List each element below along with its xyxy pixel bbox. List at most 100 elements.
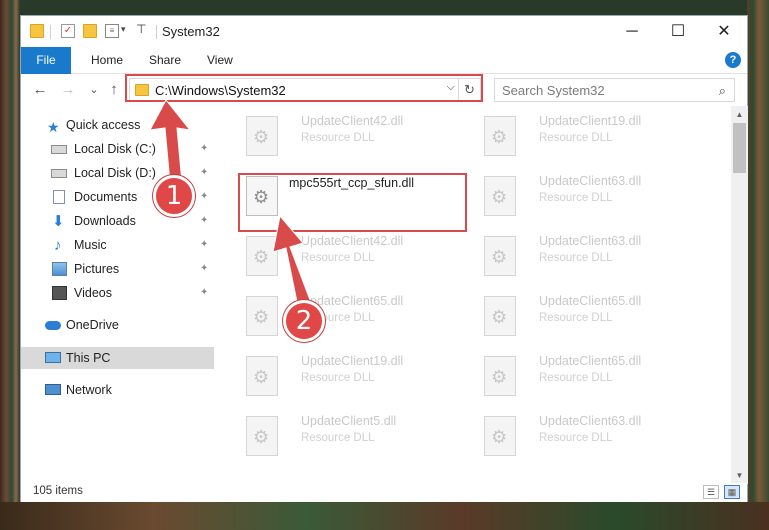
file-name: UpdateClient42.dll — [301, 114, 404, 128]
dll-file-icon — [484, 236, 516, 276]
scroll-thumb[interactable] — [733, 123, 746, 173]
back-button[interactable]: ← — [31, 80, 49, 100]
scroll-down-icon[interactable]: ▼ — [731, 467, 748, 484]
address-highlight-box — [125, 74, 483, 102]
file-name: UpdateClient19.dll — [301, 354, 404, 368]
status-bar: 105 items ☰ ▦ — [21, 483, 747, 502]
file-name: UpdateClient42.dll — [301, 234, 404, 248]
maximize-button[interactable]: ☐ — [655, 16, 701, 47]
file-list: UpdateClient42.dll Resource DLL UpdateCl… — [226, 106, 732, 484]
desktop-background-bottom — [0, 502, 769, 530]
file-item[interactable]: UpdateClient19.dll Resource DLL — [477, 112, 707, 164]
pin-icon[interactable]: ✦ — [200, 162, 208, 184]
sidebar-item-videos[interactable]: Videos ✦ — [21, 282, 214, 304]
file-item[interactable]: UpdateClient65.dll Resource DLL — [477, 292, 707, 344]
close-button[interactable]: ✕ — [701, 16, 747, 47]
large-icons-view-icon[interactable]: ▦ — [724, 485, 740, 499]
vertical-scrollbar[interactable]: ▲ ▼ — [731, 106, 748, 484]
documents-icon — [53, 190, 65, 204]
file-item[interactable]: UpdateClient65.dll Resource DLL — [477, 352, 707, 404]
file-type: Resource DLL — [301, 252, 375, 264]
search-input[interactable]: Search System32 — [502, 83, 605, 98]
cloud-icon — [45, 321, 61, 330]
file-item[interactable]: UpdateClient19.dll Resource DLL — [239, 352, 469, 404]
file-type: Resource DLL — [539, 192, 613, 204]
search-icon: ⌕ — [718, 83, 726, 98]
dll-file-icon — [484, 176, 516, 216]
tab-home[interactable]: Home — [91, 47, 123, 74]
tab-share[interactable]: Share — [149, 47, 181, 74]
sidebar-item-label: Music — [74, 238, 107, 252]
file-name: UpdateClient63.dll — [539, 414, 642, 428]
sidebar-item-label: Videos — [74, 286, 112, 300]
sidebar-item-music[interactable]: ♪ Music ✦ — [21, 234, 214, 256]
file-type: Resource DLL — [539, 252, 613, 264]
computer-icon — [45, 352, 61, 363]
toolbar-divider — [50, 25, 51, 39]
file-item[interactable]: UpdateClient63.dll Resource DLL — [477, 412, 707, 464]
dll-file-icon — [246, 356, 278, 396]
file-item[interactable]: UpdateClient63.dll Resource DLL — [477, 232, 707, 284]
videos-icon — [52, 286, 67, 300]
item-count: 105 items — [33, 485, 83, 497]
chevron-down-icon[interactable]: ▾ — [121, 24, 126, 35]
pin-icon[interactable]: ✦ — [200, 234, 208, 256]
tab-view[interactable]: View — [207, 47, 233, 74]
sidebar-item-this-pc[interactable]: This PC — [21, 347, 214, 369]
tab-file[interactable]: File — [21, 47, 71, 74]
sidebar-item-network[interactable]: Network — [21, 379, 214, 401]
view-menu-icon[interactable]: ≡ — [105, 24, 119, 38]
sidebar-item-label: Local Disk (D:) — [74, 166, 156, 180]
dll-file-icon — [484, 416, 516, 456]
sidebar-item-local-disk-c[interactable]: Local Disk (C:) ✦ — [21, 138, 214, 160]
file-name: UpdateClient63.dll — [539, 174, 642, 188]
file-type: Resource DLL — [539, 132, 613, 144]
file-name: UpdateClient65.dll — [539, 354, 642, 368]
help-icon[interactable]: ? — [725, 52, 741, 68]
window-title: System32 — [162, 24, 220, 39]
up-button[interactable]: ↑ — [105, 80, 123, 100]
sidebar-item-onedrive[interactable]: OneDrive — [21, 314, 214, 336]
file-item[interactable]: UpdateClient42.dll Resource DLL — [239, 232, 469, 284]
forward-button[interactable]: → — [59, 80, 77, 100]
file-item[interactable]: UpdateClient63.dll Resource DLL — [477, 172, 707, 224]
sidebar-item-quick-access[interactable]: ★ Quick access — [21, 114, 214, 136]
sidebar-item-label: OneDrive — [66, 318, 119, 332]
drive-icon — [51, 145, 67, 154]
file-item[interactable]: UpdateClient42.dll Resource DLL — [239, 112, 469, 164]
file-item[interactable]: UpdateClient5.dll Resource DLL — [239, 412, 469, 464]
pin-icon[interactable]: ✦ — [200, 282, 208, 304]
dll-file-icon — [246, 236, 278, 276]
customize-toolbar-icon[interactable]: ⊤ — [136, 22, 146, 36]
file-type: Resource DLL — [301, 432, 375, 444]
sidebar-item-pictures[interactable]: Pictures ✦ — [21, 258, 214, 280]
pin-icon[interactable]: ✦ — [200, 138, 208, 160]
navigation-pane: ★ Quick access Local Disk (C:) ✦ Local D… — [21, 114, 214, 484]
dll-file-icon — [246, 296, 278, 336]
properties-icon[interactable]: ✓ — [61, 24, 75, 38]
title-bar: ✓ ≡ ▾ ⊤ System32 ─ ☐ ✕ — [21, 16, 747, 47]
search-box[interactable]: Search System32 ⌕ — [494, 78, 735, 102]
drive-icon — [51, 169, 67, 178]
network-icon — [45, 384, 61, 395]
pin-icon[interactable]: ✦ — [200, 210, 208, 232]
new-folder-icon[interactable] — [83, 24, 97, 38]
pictures-icon — [52, 262, 67, 276]
recent-locations-button[interactable]: ⌄ — [85, 80, 103, 100]
sidebar-item-label: Local Disk (C:) — [74, 142, 156, 156]
file-type: Resource DLL — [539, 432, 613, 444]
file-type: Resource DLL — [539, 372, 613, 384]
dll-file-icon — [484, 296, 516, 336]
star-icon: ★ — [47, 119, 60, 135]
pin-icon[interactable]: ✦ — [200, 186, 208, 208]
file-item[interactable]: UpdateClient65.dll Resource DLL — [239, 292, 469, 344]
sidebar-item-label: Downloads — [74, 214, 136, 228]
sidebar-item-label: Quick access — [66, 118, 141, 132]
file-type: Resource DLL — [301, 132, 375, 144]
minimize-button[interactable]: ─ — [609, 16, 655, 47]
file-type: Resource DLL — [539, 312, 613, 324]
scroll-up-icon[interactable]: ▲ — [731, 106, 748, 123]
details-view-icon[interactable]: ☰ — [703, 485, 719, 499]
dll-file-icon — [484, 356, 516, 396]
pin-icon[interactable]: ✦ — [200, 258, 208, 280]
